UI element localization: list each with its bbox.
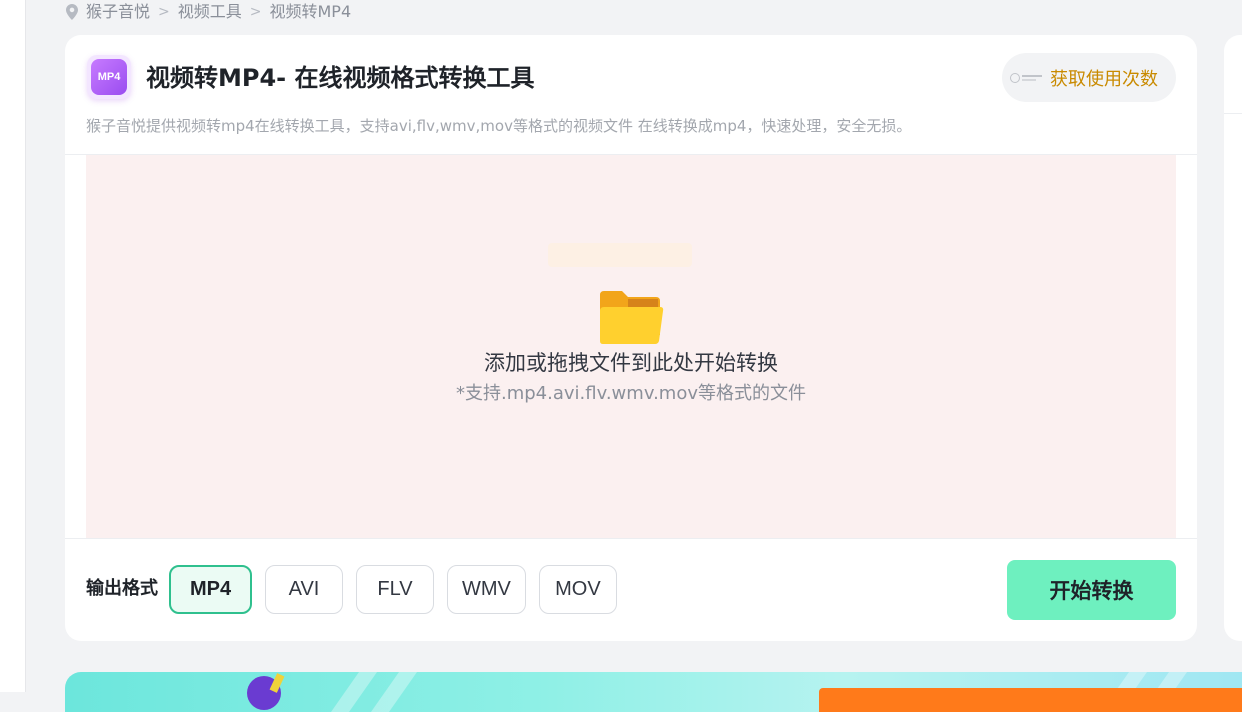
start-conversion-button[interactable]: 开始转换 [1007,560,1176,620]
location-pin-icon [66,4,78,20]
breadcrumb-separator: > [158,4,170,20]
drop-zone-title: 添加或拖拽文件到此处开始转换 [484,351,778,375]
tool-logo: MP4 [87,55,131,99]
breadcrumb: 猴子音悦 > 视频工具 > 视频转MP4 [66,0,351,24]
breadcrumb-item-video-tools[interactable]: 视频工具 [178,0,242,24]
side-panel [1224,35,1242,641]
format-option-mp4[interactable]: MP4 [169,565,252,614]
get-usage-count-button[interactable]: 获取使用次数 [1002,53,1176,102]
file-drop-zone[interactable]: 添加或拖拽文件到此处开始转换 *支持.mp4.avi.flv.wmv.mov等格… [86,155,1176,538]
format-option-wmv[interactable]: WMV [447,565,526,614]
format-option-mov[interactable]: MOV [538,565,617,614]
get-usage-count-label: 获取使用次数 [1050,68,1158,89]
left-sidebar-rail [0,0,26,692]
promo-banner[interactable] [65,672,1242,712]
converter-card: MP4 视频转MP4- 在线视频格式转换工具 获取使用次数 猴子音悦提供视频转m… [65,35,1197,641]
watermark [548,243,692,267]
page-title: 视频转MP4- 在线视频格式转换工具 [146,64,535,92]
output-format-label: 输出格式 [86,578,158,599]
folder-icon [600,291,664,344]
format-option-flv[interactable]: FLV [356,565,434,614]
output-format-options: MP4 AVI FLV WMV MOV [169,565,617,614]
format-option-avi[interactable]: AVI [265,565,343,614]
breadcrumb-item-current: 视频转MP4 [269,2,352,21]
mp4-logo-icon: MP4 [91,59,127,95]
breadcrumb-item-home[interactable]: 猴子音悦 [86,0,150,24]
divider [65,538,1197,539]
drop-zone-hint: *支持.mp4.avi.flv.wmv.mov等格式的文件 [455,383,806,404]
breadcrumb-separator: > [249,4,262,20]
brand-logo-icon [1010,71,1044,85]
page-subtitle: 猴子音悦提供视频转mp4在线转换工具，支持avi,flv,wmv,mov等格式的… [86,117,912,135]
